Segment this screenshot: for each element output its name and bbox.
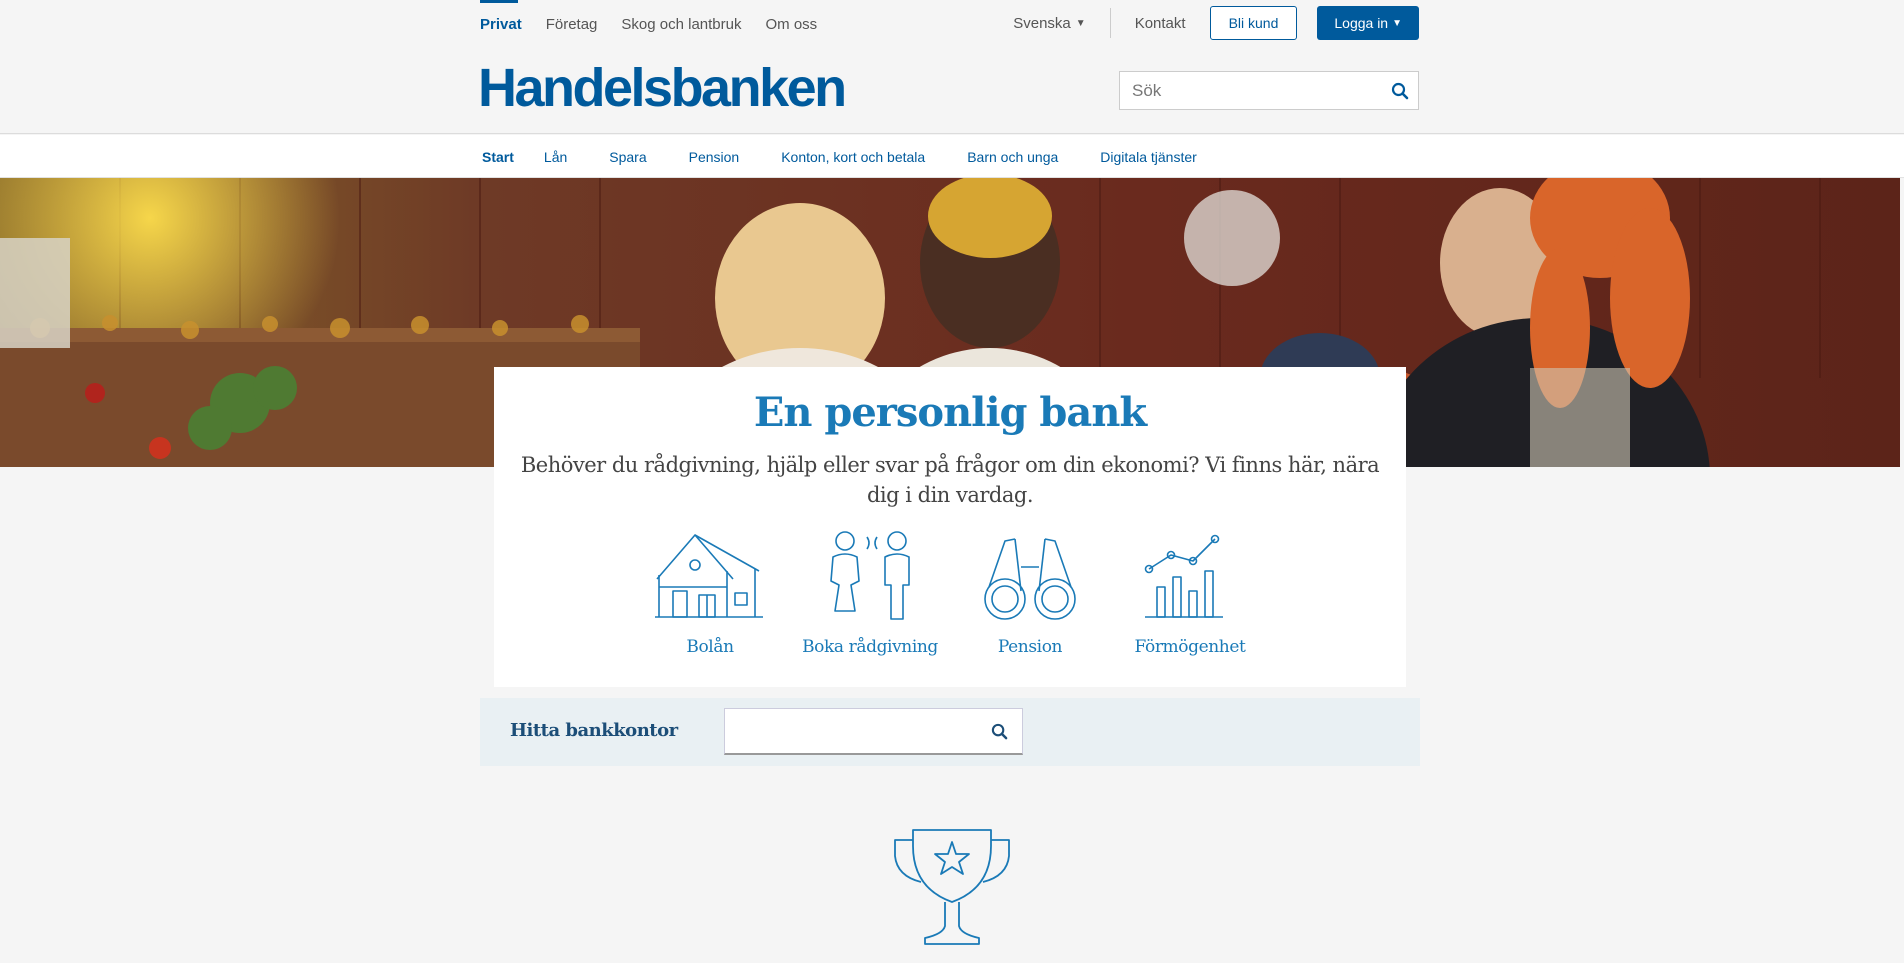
become-customer-button[interactable]: Bli kund (1209, 6, 1298, 40)
logo[interactable]: Handelsbanken (478, 58, 847, 118)
segment-tab-foretag[interactable]: Företag (534, 0, 610, 48)
shortcut-row: Bolån Boka rådgivning Pension Förmögenhe… (494, 531, 1406, 657)
nav-item-barn-och-unga[interactable]: Barn och unga (967, 149, 1058, 165)
segment-tab-skog-och-lantbruk[interactable]: Skog och lantbruk (609, 0, 753, 48)
nav-item-konton[interactable]: Konton, kort och betala (781, 149, 925, 165)
branch-finder: Hitta bankkontor (480, 698, 1420, 766)
growth-chart-icon (1144, 534, 1223, 618)
contact-link[interactable]: Kontakt (1111, 15, 1210, 32)
chevron-down-icon: ▼ (1392, 17, 1402, 29)
search-input[interactable] (1120, 72, 1382, 109)
people-icon (830, 531, 910, 620)
language-selector[interactable]: Svenska ▼ (1013, 8, 1111, 38)
shortcut-bolan[interactable]: Bolån (630, 531, 790, 657)
shortcut-formogenhet[interactable]: Förmögenhet (1110, 531, 1270, 657)
top-right-actions: Svenska ▼ Kontakt Bli kund Logga in ▼ (1013, 6, 1419, 40)
search-icon (991, 723, 1007, 739)
top-header: Privat Företag Skog och lantbruk Om oss … (0, 0, 1904, 134)
trophy-icon (891, 826, 1013, 951)
shortcut-label: Bolån (686, 637, 734, 657)
search-button[interactable] (1382, 72, 1418, 109)
shortcut-pension[interactable]: Pension (950, 531, 1110, 657)
branch-search-input[interactable] (725, 709, 976, 753)
binoculars-icon (984, 538, 1076, 620)
nav-item-spara[interactable]: Spara (609, 149, 646, 165)
chevron-down-icon: ▼ (1075, 17, 1086, 29)
search-icon (1391, 82, 1409, 99)
branch-search-box (724, 708, 1023, 755)
shortcut-label: Pension (997, 637, 1063, 657)
shortcut-label: Förmögenhet (1134, 637, 1246, 657)
nav-item-lan[interactable]: Lån (544, 149, 567, 165)
segment-tabs: Privat Företag Skog och lantbruk Om oss (480, 0, 829, 48)
site-search (1119, 71, 1419, 110)
segment-tab-privat[interactable]: Privat (480, 0, 534, 48)
branch-search-button[interactable] (976, 709, 1022, 753)
nav-item-digitala-tjanster[interactable]: Digitala tjänster (1100, 149, 1197, 165)
hero-card: En personlig bank Behöver du rådgivning,… (494, 367, 1406, 687)
login-button-label: Logga in (1334, 15, 1389, 31)
hero-text: Behöver du rådgivning, hjälp eller svar … (520, 453, 1380, 507)
nav-item-start[interactable]: Start (482, 149, 514, 165)
shortcut-label: Boka rådgivning (802, 637, 938, 657)
main-nav: Start Lån Spara Pension Konton, kort och… (0, 135, 1904, 178)
branch-finder-label: Hitta bankkontor (510, 720, 678, 741)
shortcut-boka-radgivning[interactable]: Boka rådgivning (790, 531, 950, 657)
language-label: Svenska (1013, 14, 1071, 32)
house-icon (655, 534, 763, 618)
login-button[interactable]: Logga in ▼ (1317, 6, 1419, 40)
segment-tab-om-oss[interactable]: Om oss (753, 0, 829, 48)
nav-item-pension[interactable]: Pension (689, 149, 740, 165)
hero-title: En personlig bank (753, 389, 1147, 436)
